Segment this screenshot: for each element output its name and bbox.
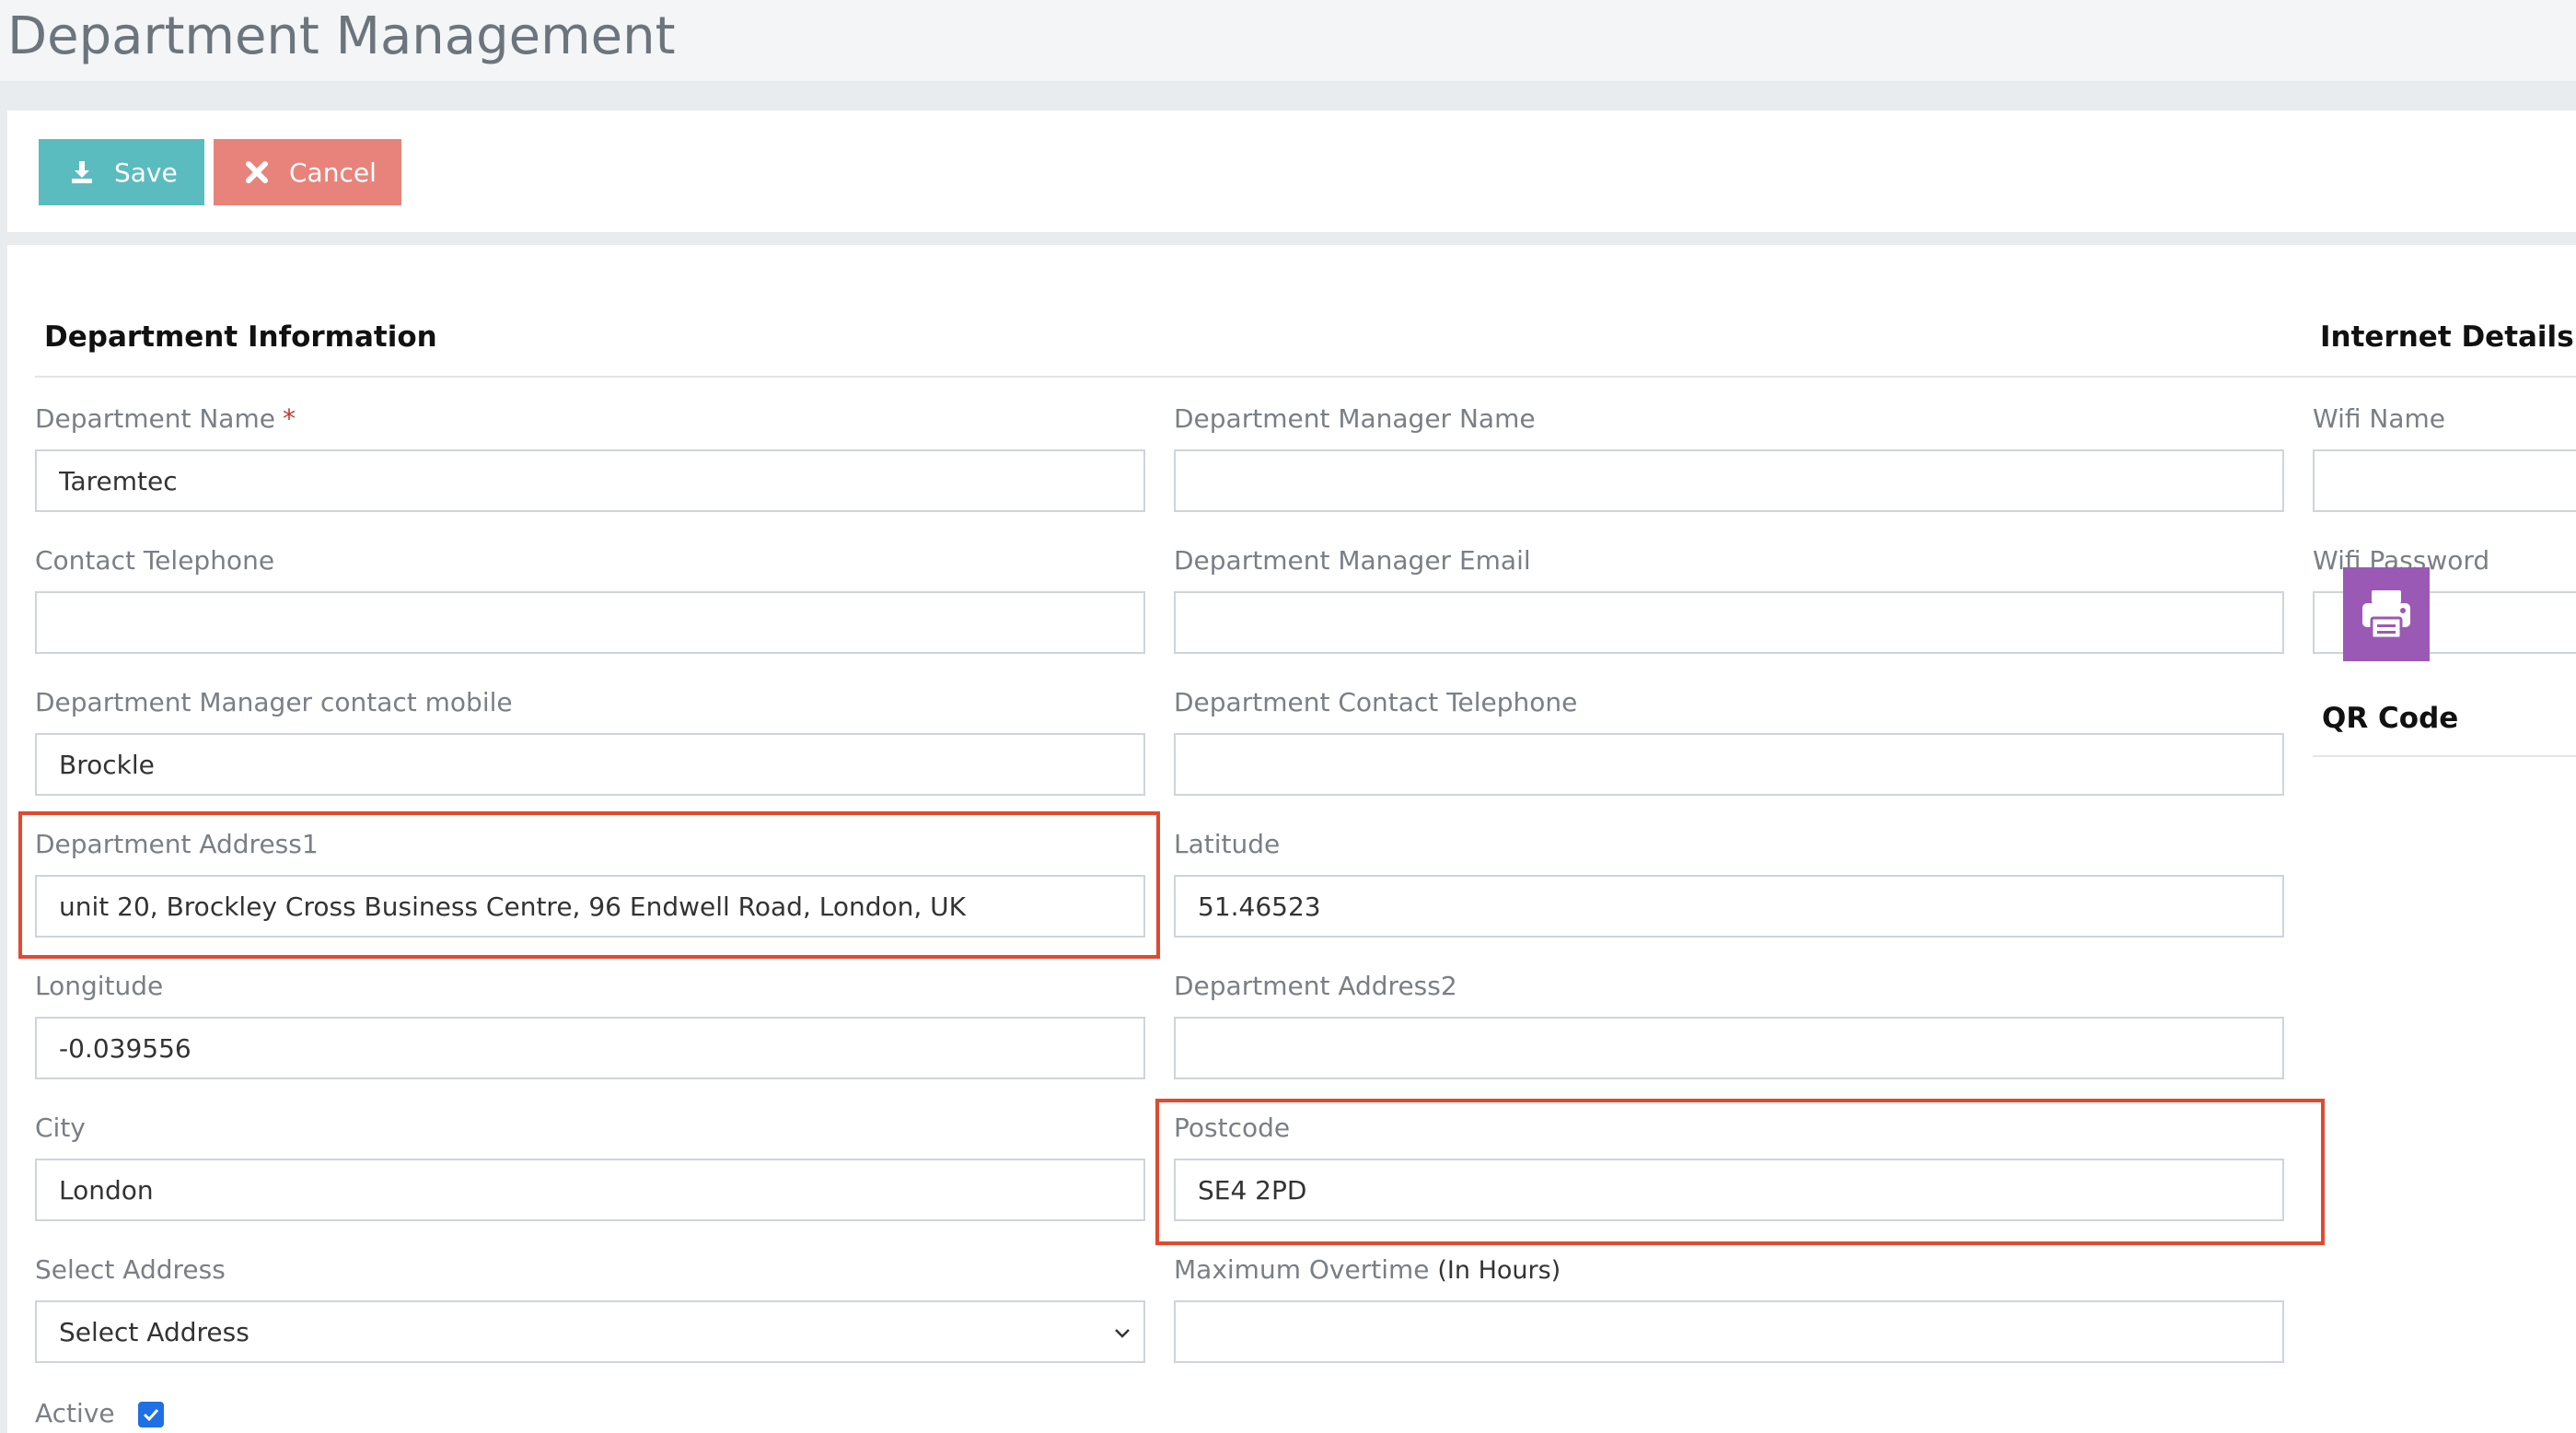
checkmark-icon <box>143 1408 159 1422</box>
department-name-input[interactable] <box>35 449 1145 512</box>
department-address2-label: Department Address2 <box>1174 971 1457 1001</box>
save-button[interactable]: Save <box>39 139 204 205</box>
longitude-input[interactable] <box>35 1017 1145 1079</box>
qr-section-divider <box>2313 755 2576 757</box>
qr-code-print-button[interactable] <box>2343 567 2430 661</box>
postcode-label: Postcode <box>1174 1113 1291 1143</box>
page-title: Department Management <box>7 6 676 66</box>
contact-telephone-input[interactable] <box>35 591 1145 654</box>
latitude-input[interactable] <box>1174 875 2284 938</box>
manager-contact-mobile-input[interactable] <box>35 733 1145 796</box>
active-checkbox[interactable] <box>138 1402 164 1427</box>
manager-contact-mobile-label: Department Manager contact mobile <box>35 687 513 717</box>
chevron-down-icon <box>1115 1329 1130 1338</box>
wifi-name-input[interactable] <box>2313 449 2576 512</box>
download-icon <box>68 158 96 186</box>
required-marker: * <box>282 403 296 434</box>
select-address-label: Select Address <box>35 1254 226 1285</box>
active-label: Active <box>35 1398 115 1428</box>
select-address-dropdown[interactable]: Select Address <box>35 1300 1145 1363</box>
department-contact-telephone-label: Department Contact Telephone <box>1174 687 1578 717</box>
printer-icon <box>2362 590 2410 640</box>
department-address2-input[interactable] <box>1174 1017 2284 1079</box>
section-title-qr-code: QR Code <box>2322 702 2459 735</box>
toolbar: Save Cancel <box>7 111 2576 232</box>
close-icon <box>243 158 271 186</box>
maximum-overtime-label: Maximum Overtime (In Hours) <box>1174 1254 1561 1285</box>
department-manager-name-input[interactable] <box>1174 449 2284 512</box>
department-address1-input[interactable] <box>35 875 1145 938</box>
section-divider <box>35 376 2576 378</box>
maximum-overtime-input[interactable] <box>1174 1300 2284 1363</box>
latitude-label: Latitude <box>1174 829 1281 859</box>
longitude-label: Longitude <box>35 971 164 1001</box>
department-manager-email-input[interactable] <box>1174 591 2284 654</box>
city-label: City <box>35 1113 86 1143</box>
save-button-label: Save <box>114 157 178 188</box>
cancel-button[interactable]: Cancel <box>214 139 401 205</box>
department-contact-telephone-input[interactable] <box>1174 733 2284 796</box>
department-manager-name-label: Department Manager Name <box>1174 403 1536 434</box>
maximum-overtime-unit: (In Hours) <box>1437 1256 1561 1285</box>
section-title-internet-details: Internet Details <box>2320 320 2574 354</box>
department-manager-email-label: Department Manager Email <box>1174 545 1531 576</box>
department-address1-label: Department Address1 <box>35 829 319 859</box>
form-panel: Department Information Internet Details … <box>7 245 2576 1433</box>
department-name-label: Department Name * <box>35 403 296 434</box>
cancel-button-label: Cancel <box>289 157 377 188</box>
contact-telephone-label: Contact Telephone <box>35 545 275 576</box>
city-input[interactable] <box>35 1159 1145 1221</box>
section-title-department-information: Department Information <box>44 320 437 354</box>
wifi-name-label: Wifi Name <box>2313 403 2445 434</box>
page-header: Department Management <box>0 0 2576 81</box>
postcode-input[interactable] <box>1174 1159 2284 1221</box>
